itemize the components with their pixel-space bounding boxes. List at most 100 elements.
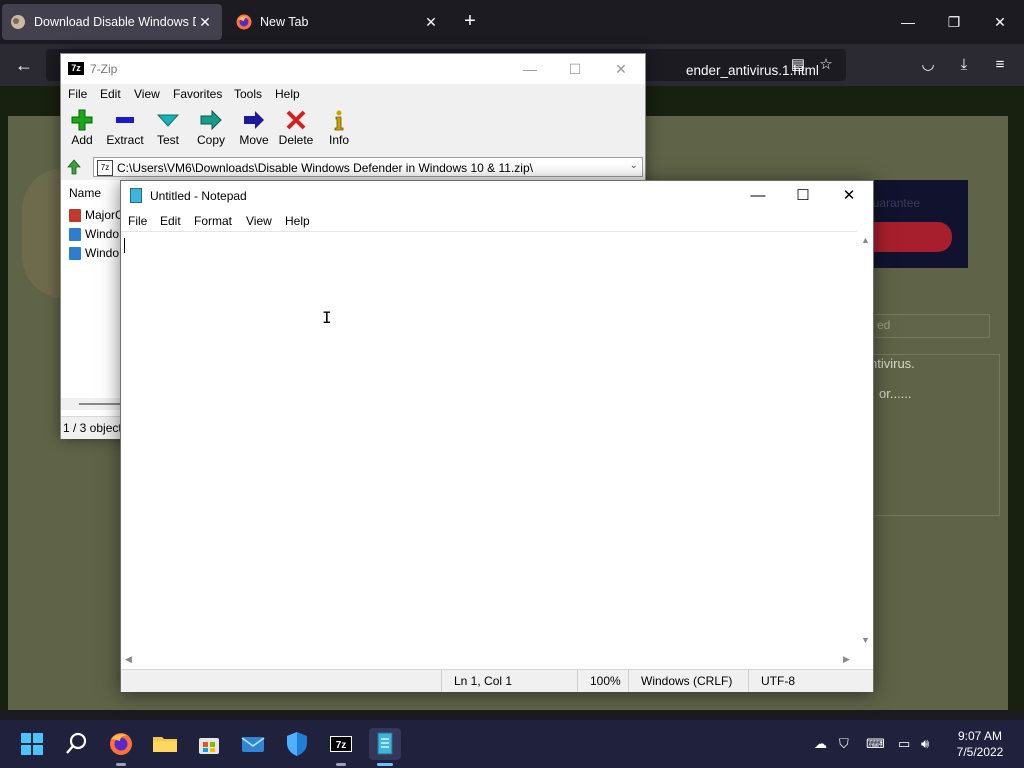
copy-button[interactable]: Copy (188, 106, 234, 147)
close-icon[interactable]: ✕ (978, 8, 1022, 36)
archive-path: C:\Users\VM6\Downloads\Disable Windows D… (117, 161, 533, 175)
active-indicator (377, 763, 393, 766)
shield-icon (287, 732, 307, 756)
maximize-icon[interactable]: ☐ (780, 181, 826, 211)
close-icon[interactable]: ✕ (606, 58, 636, 80)
back-arrow-icon[interactable]: ← (12, 53, 36, 77)
download-icon[interactable]: ⤓ (954, 55, 974, 75)
page-search-input[interactable]: ed (868, 314, 990, 338)
menu-view[interactable]: View (246, 214, 272, 228)
x-icon (286, 110, 306, 130)
notepad-title: Untitled - Notepad (150, 189, 247, 203)
tab-close-icon[interactable]: ✕ (422, 14, 440, 31)
notepad-text-area[interactable] (121, 231, 857, 650)
new-tab-button[interactable]: + (458, 10, 482, 34)
taskbar-7zip[interactable]: 7z (325, 728, 357, 766)
notepad-icon (130, 188, 142, 203)
double-arrow-icon (200, 109, 222, 131)
scroll-right-icon[interactable]: ▶ (843, 654, 850, 665)
extract-label: Extract (106, 133, 144, 147)
browser-tab-bar: Download Disable Windows Def ✕ New Tab ✕… (0, 0, 1024, 44)
7zip-title-bar[interactable]: 7z 7-Zip — ☐ ✕ (61, 54, 645, 84)
search-button[interactable] (61, 728, 93, 760)
tab-title: New Tab (260, 15, 309, 29)
test-button[interactable]: Test (145, 106, 191, 147)
notepad-menu-bar: File Edit Format View Help (121, 211, 873, 231)
network-icon[interactable]: ▭ (898, 736, 910, 752)
move-label: Move (239, 133, 269, 147)
menu-edit[interactable]: Edit (100, 87, 121, 101)
chevron-down-icon[interactable]: ⌄ (630, 160, 638, 171)
scroll-up-icon[interactable]: ▲ (861, 235, 870, 245)
maximize-icon[interactable]: ☐ (560, 58, 590, 80)
search-icon (66, 732, 87, 754)
hamburger-menu-icon[interactable]: ≡ (990, 55, 1010, 75)
mouse-cursor-ibeam-icon: I (322, 308, 332, 327)
taskbar-store[interactable] (193, 728, 225, 760)
page-sidebar-card (868, 354, 1000, 516)
delete-label: Delete (278, 133, 314, 147)
tab-close-icon[interactable]: ✕ (196, 14, 214, 31)
move-button[interactable]: Move (231, 106, 277, 147)
folder-icon (153, 737, 177, 752)
taskbar-security[interactable] (281, 728, 313, 760)
menu-format[interactable]: Format (194, 214, 232, 228)
start-button[interactable] (16, 728, 48, 760)
menu-tools[interactable]: Tools (234, 87, 262, 101)
list-item[interactable]: Windo (69, 244, 119, 262)
delete-button[interactable]: Delete (273, 106, 319, 147)
taskbar-firefox[interactable] (105, 728, 137, 766)
add-label: Add (71, 133, 93, 147)
menu-file[interactable]: File (68, 87, 87, 101)
folder-up-icon[interactable] (66, 159, 82, 175)
check-arrow-icon (157, 114, 179, 127)
list-item[interactable]: Windo (69, 225, 119, 243)
file-name: MajorG (85, 208, 125, 222)
7zip-toolbar: Add Extract Test Copy Move Delete Info (61, 104, 645, 154)
menu-view[interactable]: View (134, 87, 160, 101)
browser-tab-new[interactable]: New Tab ✕ (228, 4, 448, 40)
tab-title: Download Disable Windows Def (34, 15, 196, 29)
close-icon[interactable]: ✕ (826, 181, 872, 211)
encoding: UTF-8 (748, 670, 873, 692)
column-header-name[interactable]: Name (69, 186, 101, 200)
onedrive-icon[interactable]: ☁ (814, 736, 827, 752)
reader-view-icon[interactable]: ▤ (788, 55, 808, 75)
menu-edit[interactable]: Edit (160, 214, 181, 228)
extract-button[interactable]: Extract (102, 106, 148, 147)
notepad-status-bar: Ln 1, Col 1 100% Windows (CRLF) UTF-8 (121, 669, 873, 692)
running-indicator (336, 763, 346, 766)
vertical-scrollbar[interactable]: ▲ ▼ (857, 231, 873, 649)
restore-icon[interactable]: ❐ (932, 8, 976, 36)
scroll-left-icon[interactable]: ◀ (125, 654, 132, 665)
minimize-icon[interactable]: — (886, 8, 930, 36)
taskbar-file-explorer[interactable] (149, 728, 181, 760)
test-label: Test (156, 133, 179, 147)
keyboard-icon[interactable]: ⌨ (866, 736, 885, 752)
horizontal-scrollbar[interactable]: ◀ ▶ (121, 649, 857, 669)
pocket-icon[interactable]: ◡ (918, 55, 938, 75)
menu-help[interactable]: Help (285, 214, 310, 228)
bookmark-star-icon[interactable]: ☆ (816, 55, 836, 75)
notepad-title-bar[interactable]: Untitled - Notepad — ☐ ✕ (121, 181, 873, 211)
security-warning-icon[interactable]: ⛉ (839, 736, 849, 752)
scroll-down-icon[interactable]: ▼ (861, 635, 870, 645)
menu-help[interactable]: Help (275, 87, 300, 101)
add-button[interactable]: Add (59, 106, 105, 147)
clock[interactable]: 9:07 AM 7/5/2022 (940, 728, 1020, 760)
menu-file[interactable]: File (128, 214, 147, 228)
volume-icon[interactable]: 🔊︎ (921, 736, 929, 752)
info-button[interactable]: Info (316, 106, 362, 147)
minimize-icon[interactable]: — (735, 181, 781, 211)
minimize-icon[interactable]: — (515, 58, 545, 80)
file-icon (69, 208, 81, 222)
7zip-icon: 7z (330, 736, 352, 752)
menu-favorites[interactable]: Favorites (173, 87, 222, 101)
browser-tab-active[interactable]: Download Disable Windows Def ✕ (2, 4, 222, 40)
clock-date: 7/5/2022 (956, 745, 1004, 759)
list-item[interactable]: MajorG (69, 206, 124, 224)
path-combobox[interactable]: 7z C:\Users\VM6\Downloads\Disable Window… (93, 157, 643, 177)
arrow-right-icon (244, 111, 264, 129)
taskbar-notepad[interactable] (369, 728, 401, 766)
taskbar-mail[interactable] (237, 728, 269, 760)
